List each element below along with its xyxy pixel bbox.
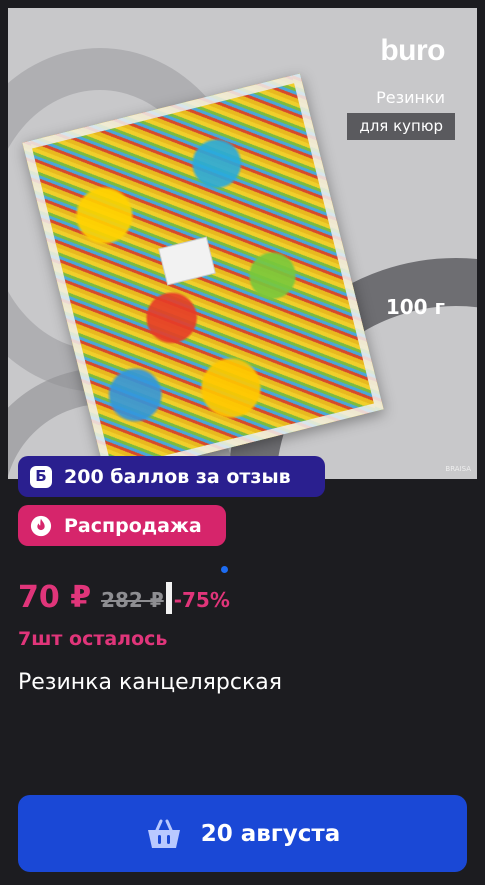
image-weight-label: 100 г — [385, 295, 445, 319]
discount-percent: -75% — [173, 588, 230, 612]
delivery-date-label: 20 августа — [200, 820, 341, 847]
sale-badge: Распродажа — [18, 505, 226, 546]
price-row: 70 ₽ 282 ₽ -75% — [18, 580, 230, 615]
product-card[interactable]: buro Резинки для купюр 100 г BRAISA Б 20… — [0, 0, 485, 885]
sale-label: Распродажа — [64, 514, 202, 537]
current-price: 70 ₽ — [18, 580, 92, 615]
brand-logo: buro — [380, 34, 445, 67]
product-image[interactable]: buro Резинки для купюр 100 г BRAISA — [8, 8, 477, 479]
image-watermark: BRAISA — [445, 465, 471, 473]
points-b-icon: Б — [30, 465, 52, 488]
image-caption-line1: Резинки — [376, 88, 445, 107]
points-b-letter: Б — [35, 467, 47, 485]
image-carousel-dots[interactable] — [221, 566, 228, 573]
stock-remaining: 7шт осталось — [18, 628, 168, 650]
fire-icon — [30, 515, 52, 537]
price-separator — [165, 581, 172, 614]
review-points-label: 200 баллов за отзыв — [64, 465, 291, 488]
product-title[interactable]: Резинка канцелярская — [18, 670, 282, 695]
add-to-cart-button[interactable]: 20 августа — [18, 795, 467, 872]
old-price: 282 ₽ — [101, 588, 164, 612]
review-points-badge: Б 200 баллов за отзыв — [18, 456, 325, 497]
carousel-dot-active[interactable] — [221, 566, 228, 573]
image-caption-line2: для купюр — [347, 113, 455, 140]
basket-icon — [145, 817, 183, 851]
